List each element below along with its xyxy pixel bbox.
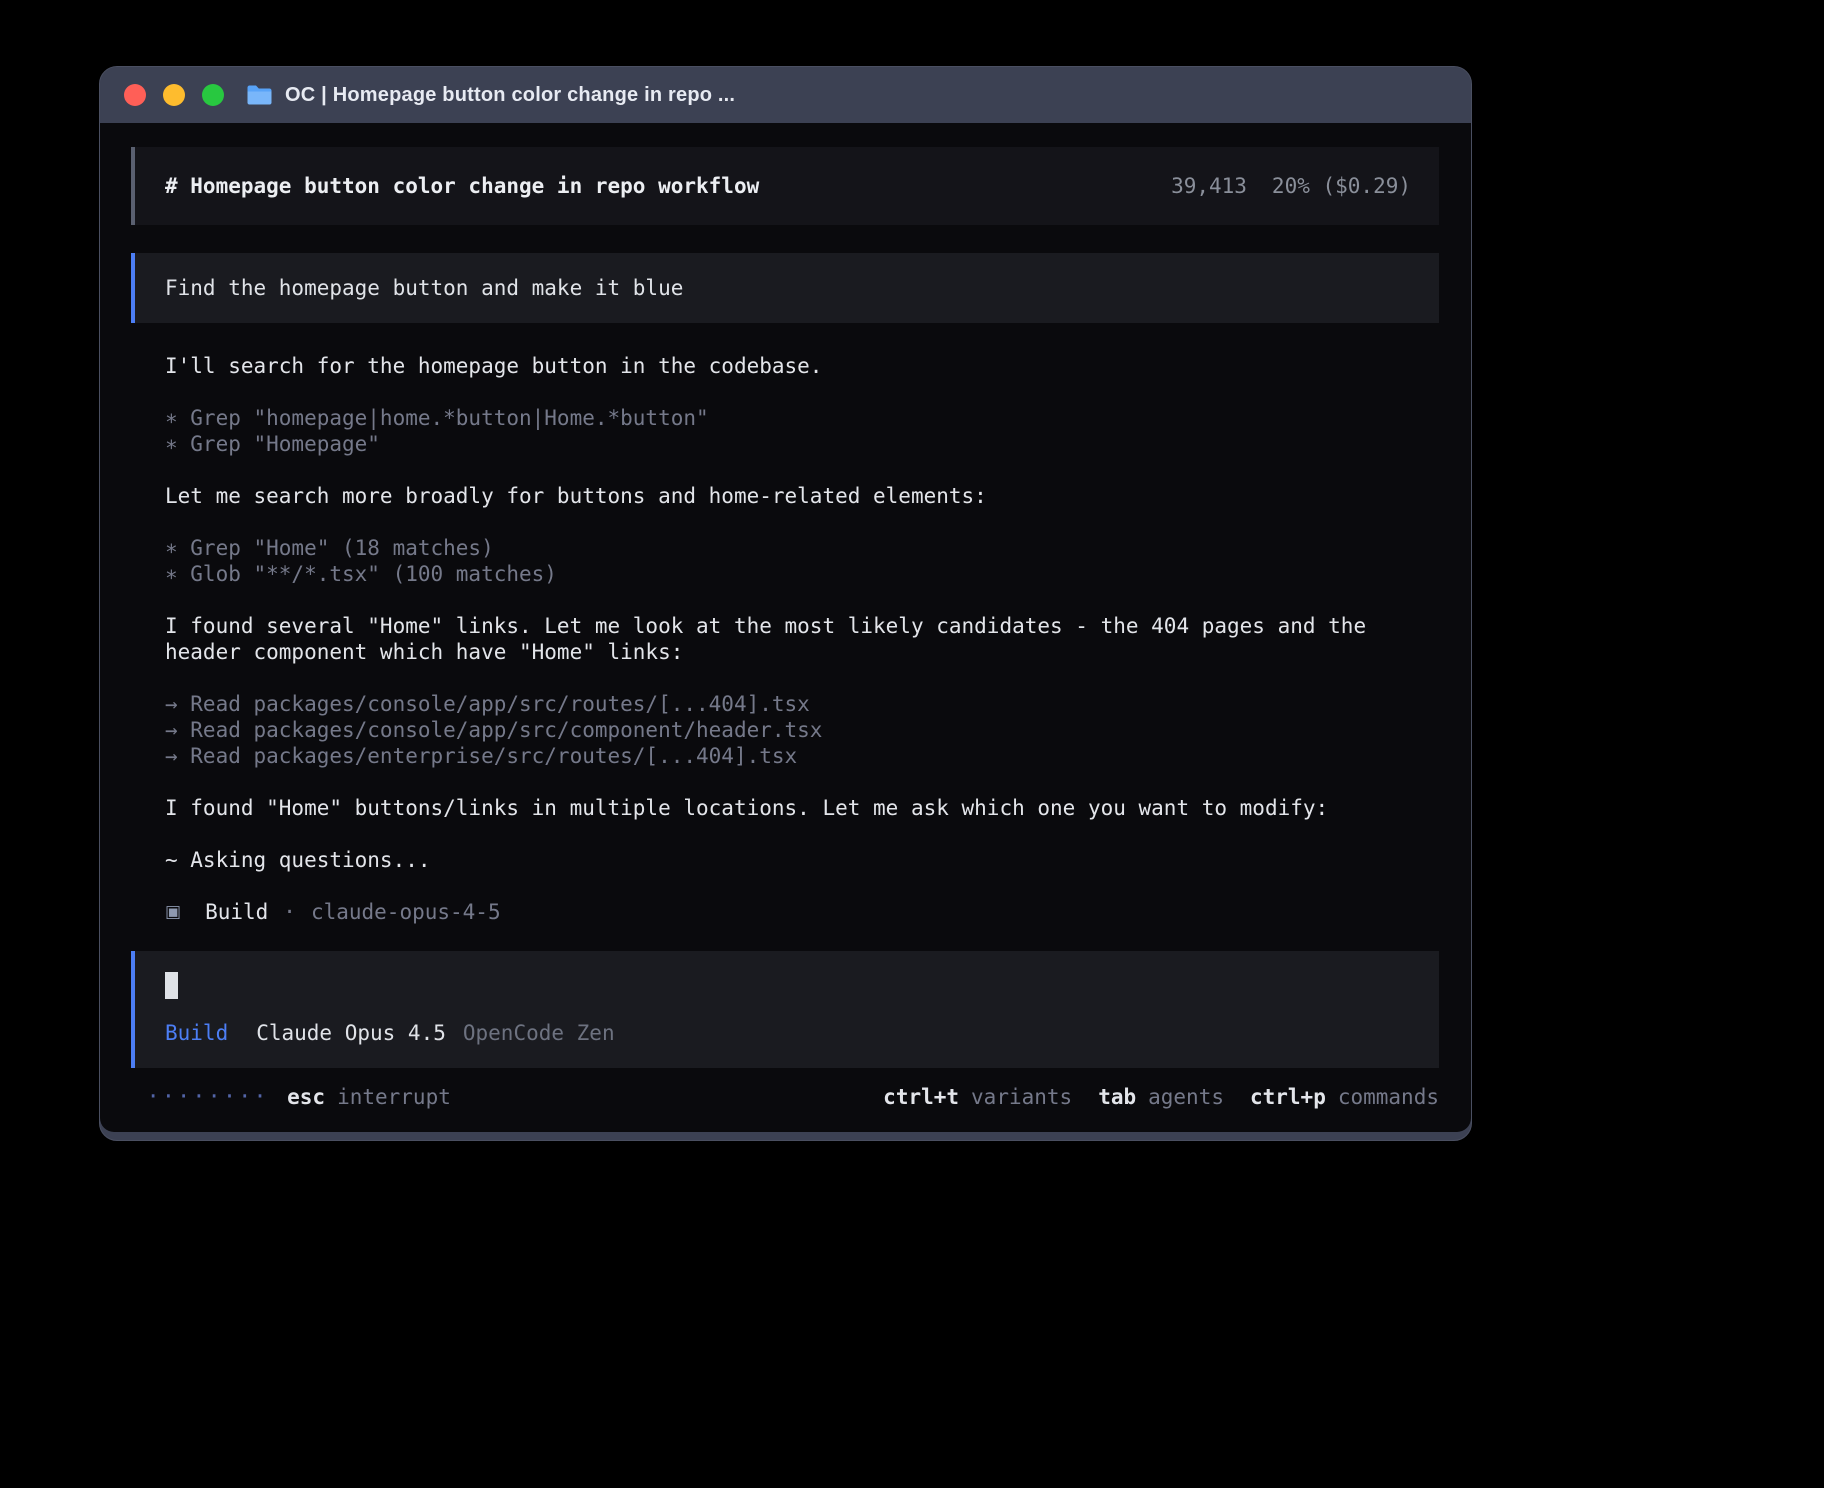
esc-key-label: interrupt [337,1084,451,1110]
text-cursor [165,972,178,999]
assistant-message: I found several "Home" links. Let me loo… [165,613,1427,665]
tool-call-read: → Read packages/console/app/src/routes/[… [165,691,1439,717]
agent-name: Build [205,899,268,925]
shortcut-label: agents [1148,1084,1224,1110]
zoom-button[interactable] [202,84,224,106]
footer-right: ctrl+t variants tab agents ctrl+p comman… [857,1084,1439,1110]
conversation: I'll search for the homepage button in t… [131,323,1439,925]
status-message: ~ Asking questions... [165,847,1427,873]
window-title: OC | Homepage button color change in rep… [285,84,735,107]
model-provider: OpenCode Zen [463,1020,615,1046]
prompt-input[interactable]: Build Claude Opus 4.5 OpenCode Zen [131,951,1439,1068]
footer-left: ········ esc interrupt [149,1084,451,1110]
shortcut-label: variants [971,1084,1072,1110]
tool-call-read: → Read packages/enterprise/src/routes/[.… [165,743,1439,769]
agent-status-row: ▣ Build · claude-opus-4-5 [165,899,1439,925]
tool-call-glob: ∗ Glob "**/*.tsx" (100 matches) [165,561,1439,587]
shortcut-variants: ctrl+t variants [883,1084,1072,1110]
folder-icon [246,84,273,106]
assistant-message: I'll search for the homepage button in t… [165,353,1427,379]
close-button[interactable] [124,84,146,106]
agent-separator: · [283,899,296,925]
model-name: Claude Opus 4.5 [256,1020,446,1046]
assistant-message: I found "Home" buttons/links in multiple… [165,795,1427,821]
titlebar[interactable]: OC | Homepage button color change in rep… [100,67,1471,123]
agent-square-icon: ▣ [165,899,181,925]
user-message-text: Find the homepage button and make it blu… [165,276,683,300]
token-count: 39,413 [1171,173,1247,199]
shortcut-label: commands [1338,1084,1439,1110]
terminal-content: # Homepage button color change in repo w… [100,123,1471,1132]
status-footer: ········ esc interrupt ctrl+t variants t… [131,1084,1439,1110]
shortcut-key: ctrl+p [1250,1084,1326,1110]
agent-mode-label: Build [165,1020,228,1046]
shortcut-commands: ctrl+p commands [1250,1084,1439,1110]
agent-model: claude-opus-4-5 [311,899,501,925]
esc-key-hint: esc [287,1084,325,1110]
session-stats: 39,413 20% ($0.29) [1171,173,1411,199]
shortcut-key: ctrl+t [883,1084,959,1110]
session-header: # Homepage button color change in repo w… [131,147,1439,225]
shortcut-key: tab [1098,1084,1136,1110]
terminal-window: OC | Homepage button color change in rep… [99,66,1472,1141]
user-message: Find the homepage button and make it blu… [131,253,1439,323]
assistant-message: Let me search more broadly for buttons a… [165,483,1427,509]
traffic-lights [124,84,224,106]
shortcut-agents: tab agents [1098,1084,1224,1110]
progress-dots-icon: ········ [149,1084,271,1110]
session-title: # Homepage button color change in repo w… [165,173,759,199]
minimize-button[interactable] [163,84,185,106]
tool-call-grep: ∗ Grep "Home" (18 matches) [165,535,1439,561]
model-row: Build Claude Opus 4.5 OpenCode Zen [165,1020,1411,1046]
tool-call-grep: ∗ Grep "homepage|home.*button|Home.*butt… [165,405,1439,431]
context-cost: 20% ($0.29) [1272,173,1411,199]
tool-call-read: → Read packages/console/app/src/componen… [165,717,1439,743]
tool-call-grep: ∗ Grep "Homepage" [165,431,1439,457]
